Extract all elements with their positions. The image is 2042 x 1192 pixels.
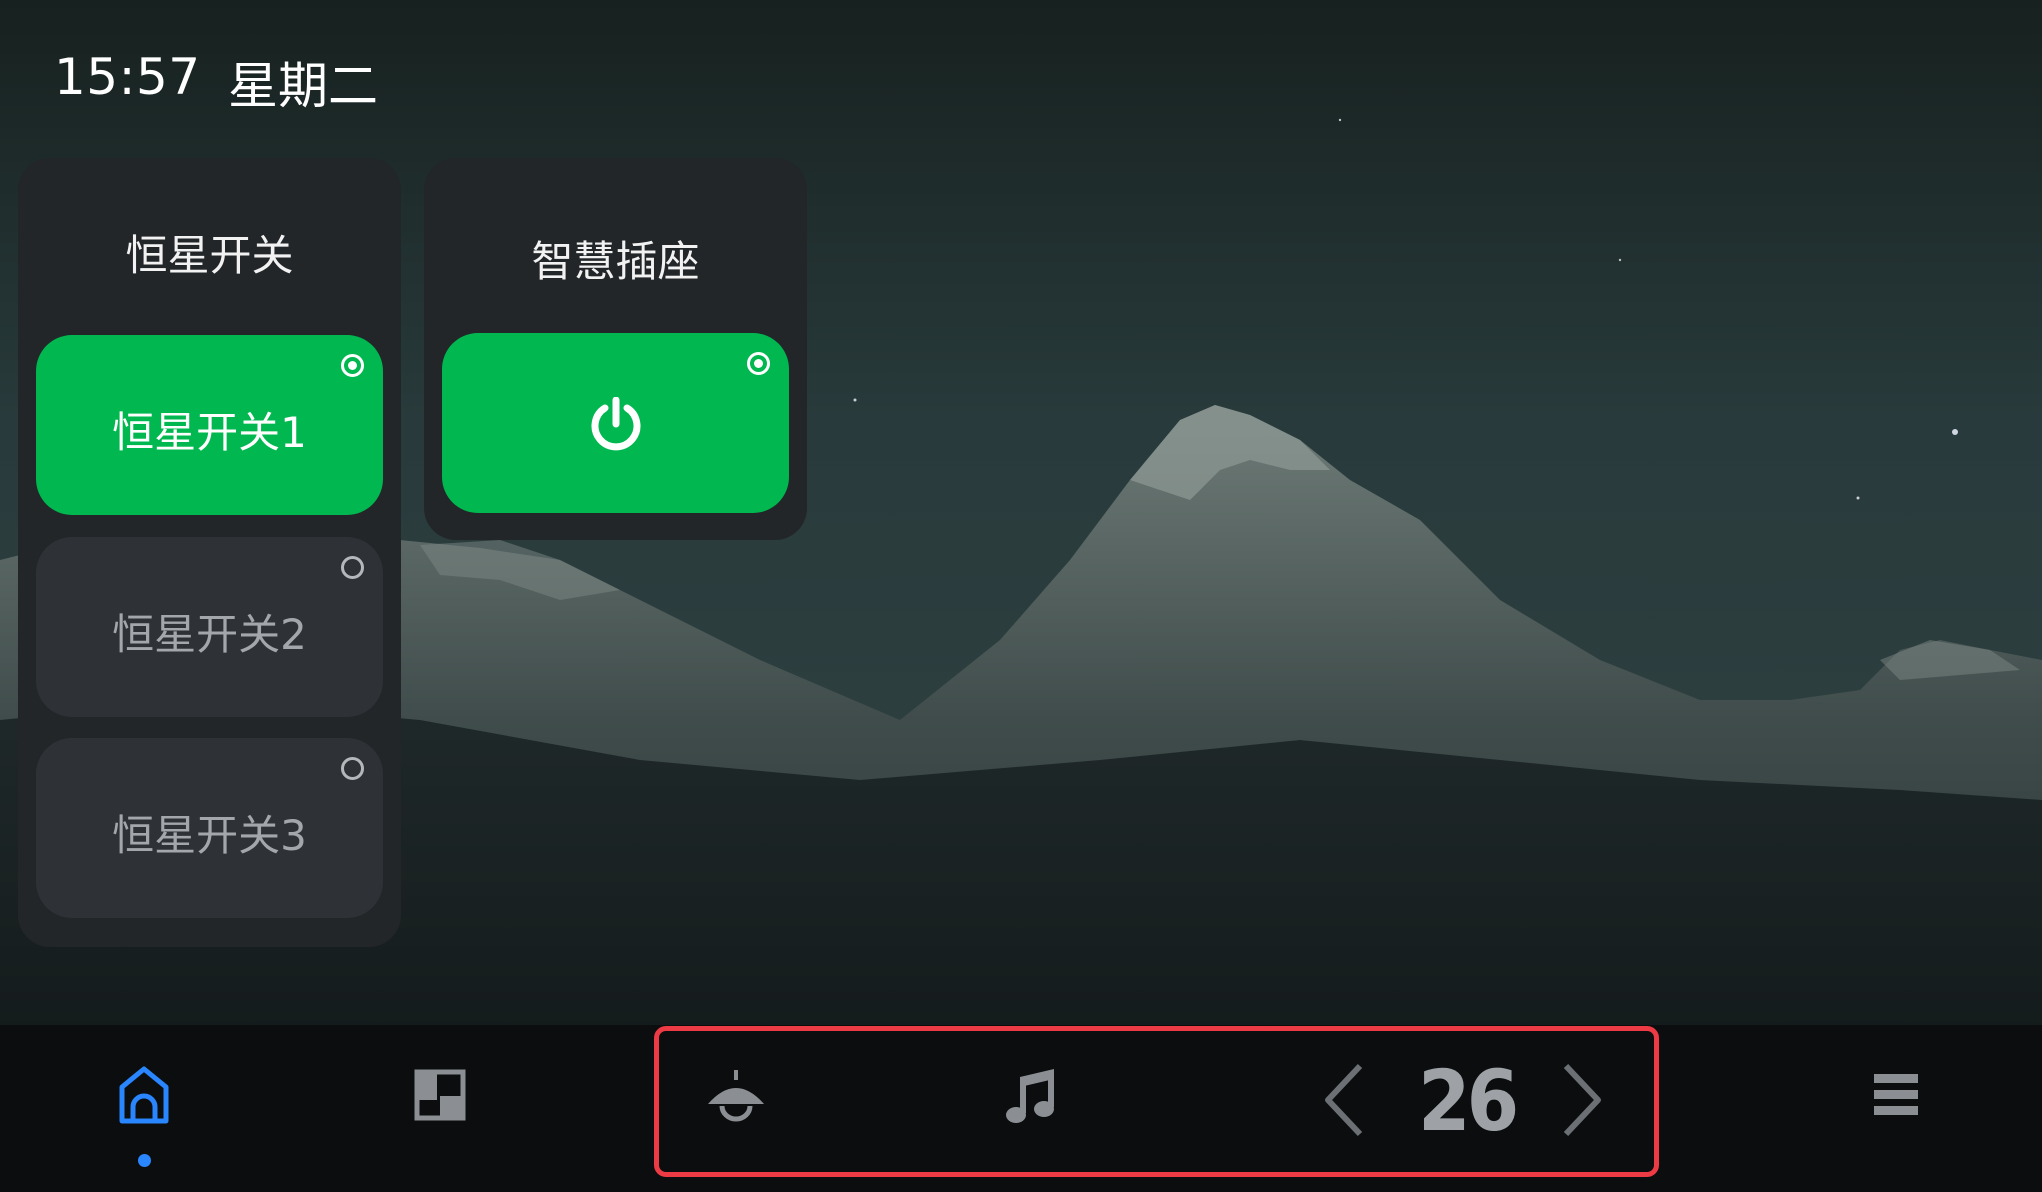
switch-tile-label: 恒星开关1 [112, 408, 307, 457]
nav-layout[interactable] [400, 1060, 480, 1130]
radio-unselected-icon [341, 757, 364, 780]
socket-power-tile[interactable] [442, 333, 789, 513]
layout-icon [414, 1069, 466, 1121]
active-nav-indicator [138, 1154, 151, 1167]
switch-panel: 恒星开关 恒星开关1 恒星开关2 恒星开关3 [18, 158, 401, 947]
weekday-label: 星期二 [228, 57, 378, 115]
home-icon [119, 1066, 169, 1124]
switch-tile-label: 恒星开关2 [112, 610, 307, 659]
menu-icon [1874, 1074, 1918, 1115]
nav-menu[interactable] [1856, 1060, 1936, 1130]
switch-tile-label: 恒星开关3 [112, 811, 307, 860]
switch-tile-3[interactable]: 恒星开关3 [36, 738, 383, 918]
radio-unselected-icon [341, 556, 364, 579]
switch-panel-title: 恒星开关 [125, 231, 294, 280]
radio-selected-icon [341, 354, 364, 377]
clock-time: 15:57 [54, 48, 201, 106]
radio-selected-icon [747, 352, 770, 375]
socket-panel-title: 智慧插座 [531, 237, 700, 286]
switch-tile-1[interactable]: 恒星开关1 [36, 335, 383, 515]
power-icon [591, 397, 641, 451]
highlight-frame [654, 1026, 1659, 1177]
switch-tile-2[interactable]: 恒星开关2 [36, 537, 383, 717]
socket-panel: 智慧插座 [424, 158, 807, 540]
nav-home[interactable] [104, 1060, 184, 1130]
